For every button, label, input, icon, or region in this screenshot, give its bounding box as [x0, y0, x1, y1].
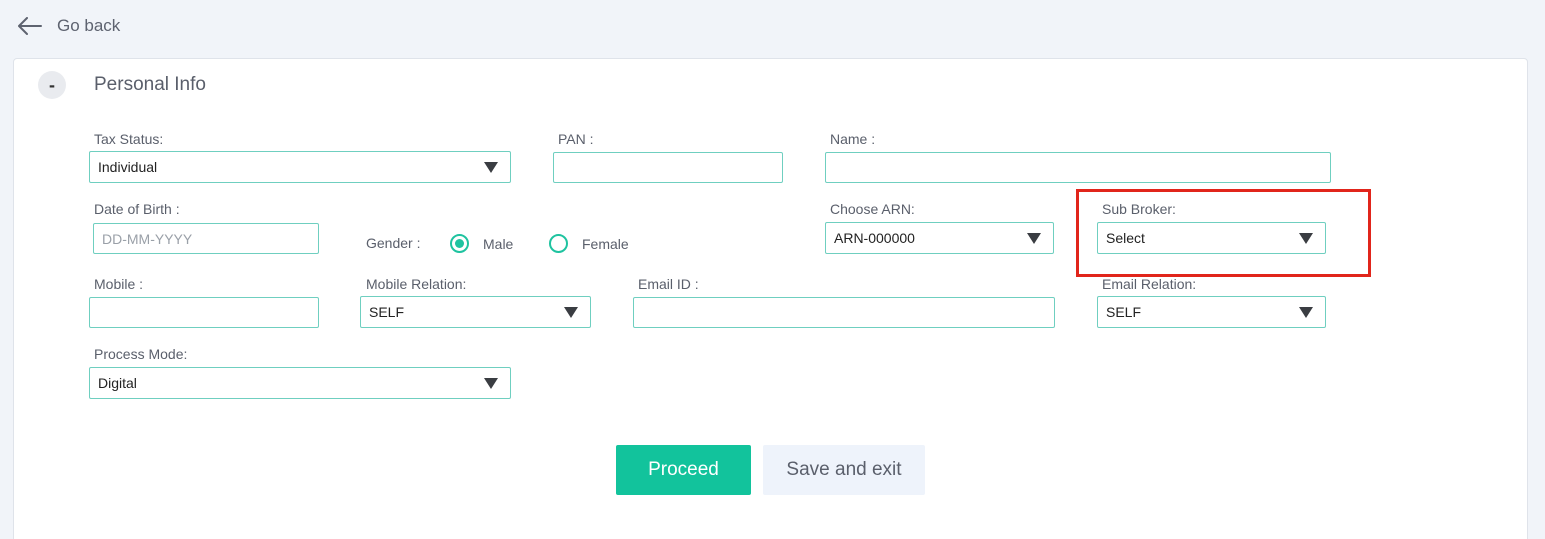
process-mode-value: Digital	[98, 375, 137, 391]
tax-status-select[interactable]: Individual	[89, 151, 511, 183]
pan-label: PAN :	[558, 131, 594, 147]
gender-female-radio[interactable]	[549, 234, 568, 253]
gender-male-radio[interactable]	[450, 234, 469, 253]
save-and-exit-button[interactable]: Save and exit	[763, 445, 925, 495]
personal-info-card: - Personal Info Tax Status: Individual P…	[13, 58, 1528, 539]
choose-arn-value: ARN-000000	[834, 230, 915, 246]
caret-down-icon	[484, 161, 498, 173]
gender-female-label: Female	[582, 235, 629, 252]
mobile-relation-value: SELF	[369, 304, 405, 320]
gender-female-option[interactable]: Female	[549, 234, 629, 253]
radio-selected-dot	[455, 239, 464, 248]
caret-down-icon	[1027, 232, 1041, 244]
email-relation-label: Email Relation:	[1102, 276, 1197, 292]
email-label: Email ID :	[638, 276, 699, 292]
section-title: Personal Info	[94, 74, 206, 95]
process-mode-label: Process Mode:	[94, 346, 188, 362]
gender-male-option[interactable]: Male	[450, 234, 513, 253]
name-input[interactable]	[825, 152, 1331, 183]
go-back-link[interactable]: Go back	[18, 12, 120, 40]
email-input[interactable]	[633, 297, 1055, 328]
caret-down-icon	[1299, 306, 1313, 318]
email-relation-value: SELF	[1106, 304, 1142, 320]
email-relation-select[interactable]: SELF	[1097, 296, 1326, 328]
collapse-section-button[interactable]: -	[38, 71, 66, 99]
pan-input[interactable]	[553, 152, 783, 183]
gender-male-label: Male	[483, 235, 514, 252]
go-back-label: Go back	[57, 16, 121, 35]
dob-input[interactable]	[93, 223, 319, 254]
choose-arn-label: Choose ARN:	[830, 201, 915, 217]
mobile-relation-select[interactable]: SELF	[360, 296, 591, 328]
choose-arn-select[interactable]: ARN-000000	[825, 222, 1054, 254]
arrow-left-icon	[18, 17, 42, 35]
process-mode-select[interactable]: Digital	[89, 367, 511, 399]
name-label: Name :	[830, 131, 876, 147]
proceed-button[interactable]: Proceed	[616, 445, 751, 495]
caret-down-icon	[564, 306, 578, 318]
mobile-label: Mobile :	[94, 276, 144, 292]
tax-status-value: Individual	[98, 159, 158, 175]
sub-broker-highlight-box	[1076, 189, 1371, 277]
caret-down-icon	[484, 377, 498, 389]
gender-label: Gender :	[366, 235, 421, 251]
mobile-relation-label: Mobile Relation:	[366, 276, 467, 292]
dob-label: Date of Birth :	[94, 201, 180, 217]
mobile-input[interactable]	[89, 297, 319, 328]
tax-status-label: Tax Status:	[94, 131, 164, 147]
